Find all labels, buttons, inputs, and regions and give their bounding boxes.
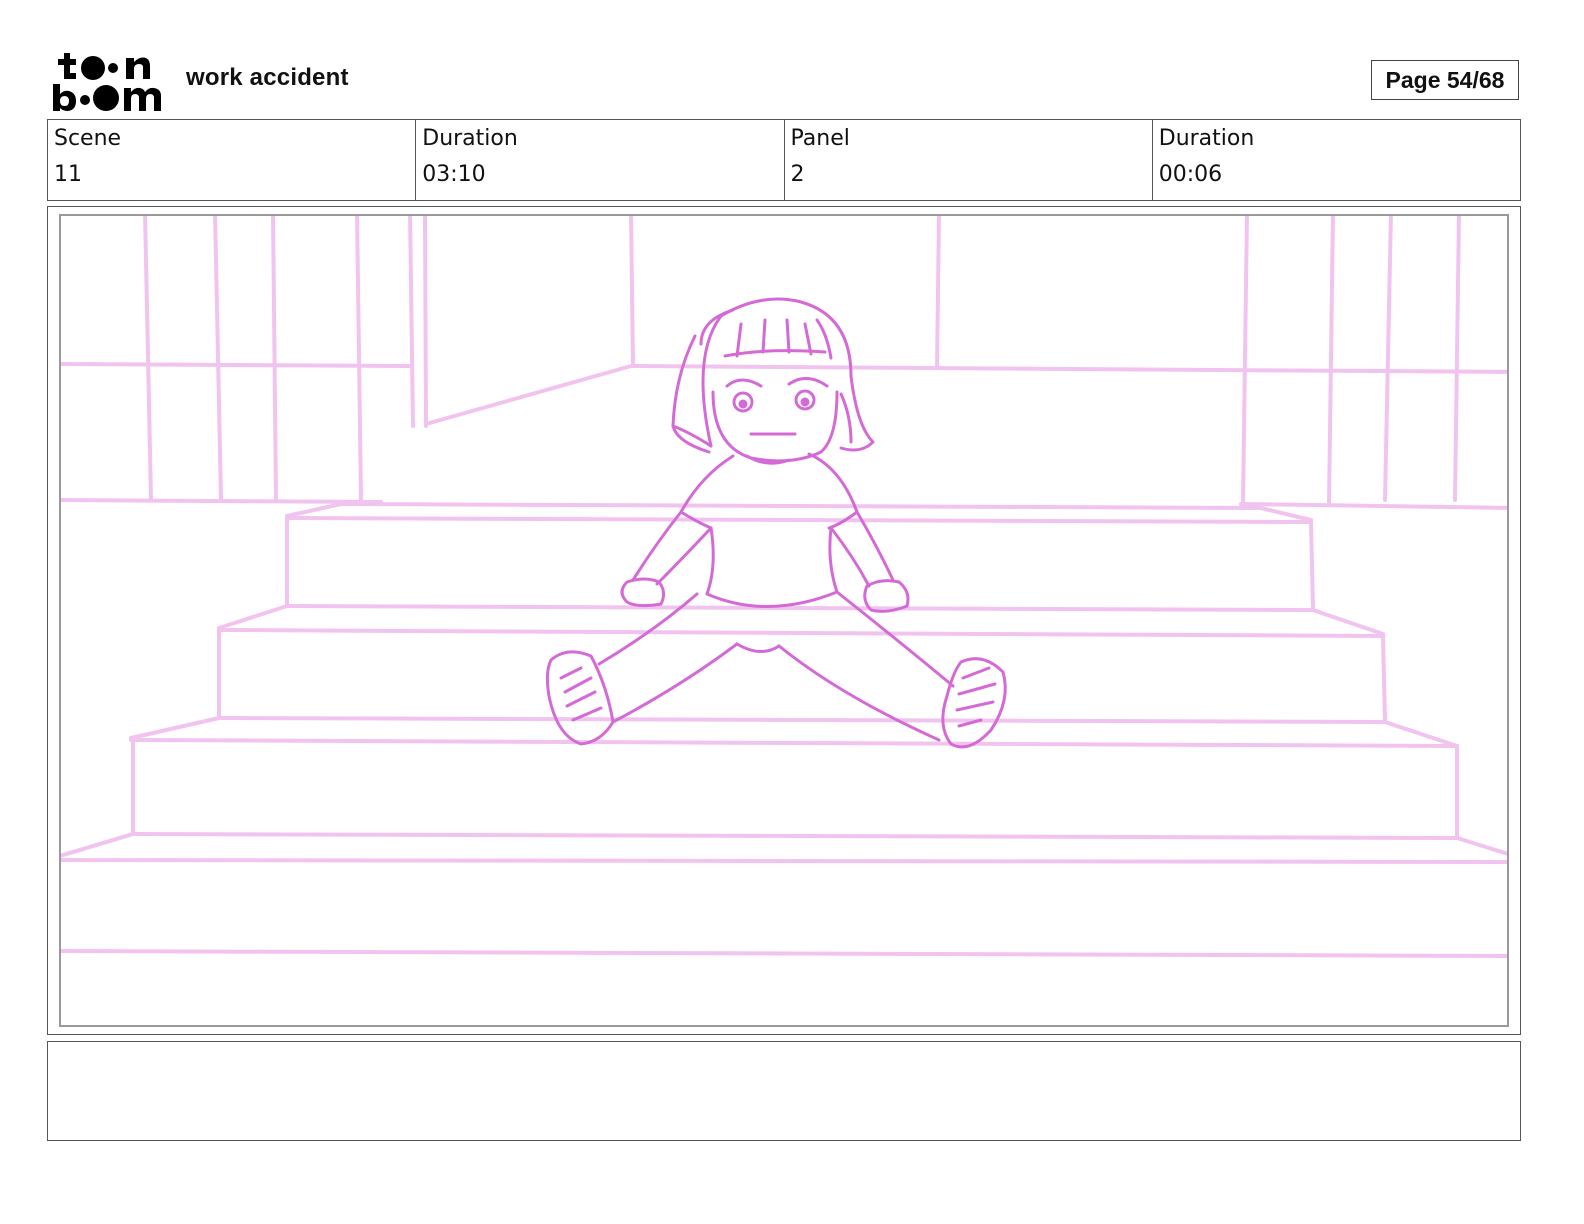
scene-cell: Scene 11 (48, 120, 417, 200)
toonboom-logo (50, 50, 166, 114)
page-indicator: Page 54/68 (1371, 60, 1519, 100)
panel-duration-value: 00:06 (1158, 162, 1223, 187)
page-header: work accident Page 54/68 (0, 0, 1584, 120)
panel-label: Panel (790, 126, 850, 151)
scene-label: Scene (54, 126, 122, 151)
scene-duration-cell: Duration 03:10 (416, 120, 785, 200)
scene-value: 11 (54, 162, 82, 187)
panel-value: 2 (790, 162, 805, 187)
storyboard-panel-image (59, 214, 1509, 1027)
panel-duration-label: Duration (1158, 126, 1255, 151)
scene-info-table: Scene 11 Duration 03:10 Panel 2 Duration… (47, 119, 1521, 201)
panel-cell: Panel 2 (785, 120, 1153, 200)
scene-duration-value: 03:10 (422, 162, 486, 187)
storyboard-sketch (61, 216, 1507, 958)
panel-notes (47, 1041, 1521, 1141)
panel-duration-cell: Duration 00:06 (1153, 120, 1520, 200)
project-title: work accident (186, 64, 349, 91)
scene-duration-label: Duration (422, 126, 518, 151)
